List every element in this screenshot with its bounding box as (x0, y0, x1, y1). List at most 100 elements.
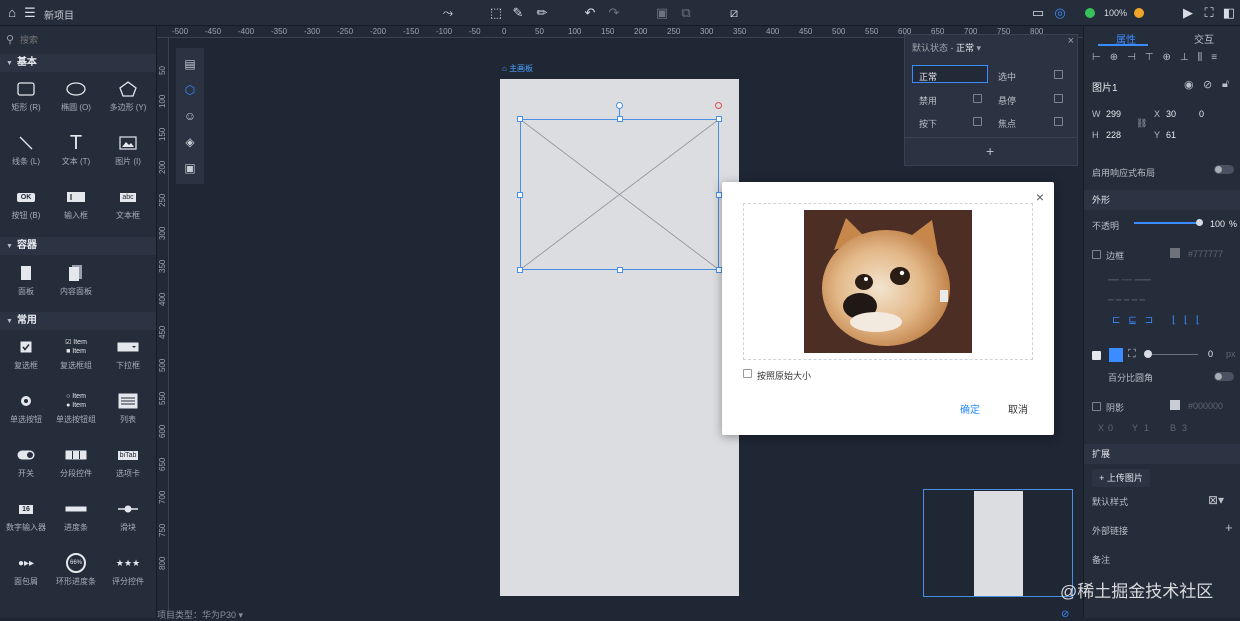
radius-slider[interactable] (1146, 354, 1198, 355)
tool-list[interactable]: 列表 (102, 388, 154, 432)
search-box[interactable]: ⚲ (0, 30, 156, 50)
resize-handle-s[interactable] (617, 267, 623, 273)
help-icon[interactable]: ⊘ (1061, 609, 1069, 620)
tool-dropdown[interactable]: 下拉框 (102, 334, 154, 378)
resize-handle-nw[interactable] (517, 116, 523, 122)
border-color-value[interactable]: #777777 (1188, 249, 1223, 259)
tool-line[interactable]: 线条 (L) (0, 130, 52, 174)
tool-checkbox-group[interactable]: ☑ Item ■ Item 复选框组 (50, 334, 102, 378)
radius-checkbox[interactable] (1092, 351, 1101, 360)
zoom-in-icon[interactable] (1134, 8, 1144, 18)
tool-tabs[interactable]: biTab 选项卡 (102, 442, 154, 486)
hide-icon[interactable]: ⊘ (1203, 78, 1212, 91)
state-panel-header[interactable]: 默认状态 - 正常 ▾ (912, 41, 981, 54)
project-name[interactable]: 新项目 (44, 7, 74, 22)
close-icon[interactable]: × (1036, 189, 1044, 205)
tool-segmented[interactable]: 分段控件 (50, 442, 102, 486)
state-checkbox[interactable] (973, 117, 982, 126)
tool-ellipse[interactable]: 椭圆 (O) (50, 76, 102, 120)
state-checkbox[interactable] (1054, 117, 1063, 126)
section-extend[interactable]: 扩展 (1084, 444, 1240, 464)
pencil-icon[interactable]: ✏ (534, 5, 550, 21)
zoom-out-icon[interactable] (1085, 8, 1095, 18)
lock-icon[interactable]: 🔓︎ (1222, 78, 1229, 91)
pages-icon[interactable]: ▤ (182, 56, 198, 72)
resize-handle-n[interactable] (617, 116, 623, 122)
tool-radio-group[interactable]: ○ Item ● Item 单选按钮组 (50, 388, 102, 432)
tool-number-input[interactable]: 16 数字输入器 (0, 496, 52, 540)
tool-text[interactable]: T 文本 (T) (50, 130, 102, 174)
section-container[interactable]: ▼ 容器 (0, 237, 156, 255)
zoom-level[interactable]: 100% (1104, 8, 1127, 18)
default-style-select-icon[interactable]: ⊠▾ (1208, 493, 1224, 507)
shadow-x-value[interactable]: 0 (1108, 423, 1113, 433)
link-icon[interactable]: ⛓︎ (1136, 118, 1147, 129)
opacity-value[interactable]: 100 (1210, 219, 1225, 229)
tool-rectangle[interactable]: 矩形 (R) (0, 76, 52, 120)
rotation-input[interactable]: 0 (1199, 109, 1204, 119)
tool-switch[interactable]: 开关 (0, 442, 52, 486)
path-tool-icon[interactable]: ⤳ (440, 5, 456, 21)
undo-icon[interactable]: ↶ (582, 5, 598, 21)
shadow-color-swatch[interactable] (1170, 400, 1180, 410)
radius-handle[interactable] (715, 102, 722, 109)
tool-polygon[interactable]: 多边形 (Y) (102, 76, 154, 120)
menu-icon[interactable]: ☰ (22, 5, 38, 21)
fullscreen-icon[interactable]: ⛶ (1201, 5, 1217, 21)
border-align-icons[interactable]: ⊏⊑⊐ ⌊⌊⌊ (1112, 315, 1208, 326)
export-icon[interactable]: ⬚ (488, 5, 504, 21)
radius-individual-icon[interactable]: ⛶ (1128, 348, 1136, 361)
tool-ring-progress[interactable]: 66% 环形进度条 (50, 550, 102, 594)
radius-value[interactable]: 0 (1208, 349, 1213, 359)
confirm-button[interactable]: 确定 (960, 401, 980, 416)
masters-icon[interactable]: ▣ (182, 160, 198, 176)
tool-breadcrumb[interactable]: ●▸▸ 面包屑 (0, 550, 52, 594)
tool-panel[interactable]: 面板 (0, 260, 52, 304)
components-icon[interactable]: ⬡ (182, 82, 198, 98)
opacity-slider-thumb[interactable] (1196, 219, 1203, 226)
crop-icon[interactable]: ⧄ (726, 5, 742, 21)
play-icon[interactable]: ▶ (1180, 5, 1196, 21)
border-color-swatch[interactable] (1170, 248, 1180, 258)
artboard-label[interactable]: ⌂ 主画板 (502, 63, 533, 74)
add-state-button[interactable]: + (986, 143, 994, 159)
shadow-color-value[interactable]: #000000 (1188, 401, 1223, 411)
percent-radius-toggle[interactable] (1214, 372, 1234, 381)
target-icon[interactable]: ◎ (1052, 5, 1068, 21)
tool-input[interactable]: 输入框 (50, 184, 102, 228)
radius-uniform-icon[interactable] (1109, 348, 1123, 362)
shadow-blur-value[interactable]: 3 (1182, 423, 1187, 433)
state-checkbox[interactable] (973, 94, 982, 103)
pen-icon[interactable]: ✎ (510, 5, 526, 21)
device-icon[interactable]: ▭ (1030, 5, 1046, 21)
align-toolbar[interactable]: ⊢⊕⊣⊤⊕⊥⫼≡ (1092, 52, 1226, 63)
x-input[interactable]: 30 (1166, 109, 1176, 119)
tool-textarea[interactable]: abc 文本框 (102, 184, 154, 228)
tool-radio[interactable]: 单选按钮 (0, 388, 52, 432)
cancel-button[interactable]: 取消 (1008, 401, 1028, 416)
section-appearance[interactable]: 外形 (1084, 190, 1240, 210)
tool-slider[interactable]: 滑块 (102, 496, 154, 540)
visible-icon[interactable]: ◉ (1184, 78, 1194, 91)
resize-handle-ne[interactable] (716, 116, 722, 122)
search-input[interactable] (20, 32, 150, 48)
image-drop-area[interactable] (743, 203, 1033, 360)
element-name[interactable]: 图片1 (1092, 79, 1118, 94)
layers-icon[interactable]: ◈ (182, 134, 198, 150)
state-checkbox[interactable] (1054, 70, 1063, 79)
upload-image-button[interactable]: + 上传图片 (1092, 469, 1150, 487)
y-input[interactable]: 61 (1166, 130, 1176, 140)
height-input[interactable]: 228 (1106, 130, 1121, 140)
state-checkbox[interactable] (1054, 94, 1063, 103)
opacity-slider[interactable] (1134, 222, 1200, 224)
shadow-y-value[interactable]: 1 (1144, 423, 1149, 433)
radius-slider-thumb[interactable] (1144, 350, 1152, 358)
add-link-icon[interactable]: + (1225, 520, 1233, 535)
emoji-icon[interactable]: ☺ (182, 108, 198, 124)
tool-content-panel[interactable]: 内容面板 (50, 260, 102, 304)
original-size-checkbox[interactable] (743, 369, 752, 378)
section-common[interactable]: ▼ 常用 (0, 312, 156, 330)
close-icon[interactable]: × (1068, 35, 1074, 47)
tab-interaction[interactable]: 交互 (1194, 31, 1214, 46)
home-icon[interactable]: ⌂ (4, 5, 20, 21)
